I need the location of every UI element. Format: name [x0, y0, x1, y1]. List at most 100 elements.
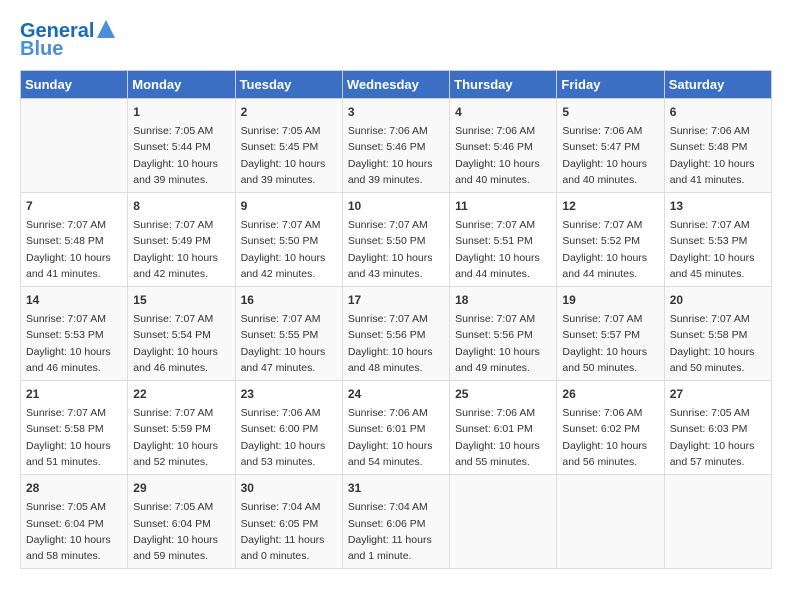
calendar-cell: 18 Sunrise: 7:07 AM Sunset: 5:56 PM Dayli…: [450, 287, 557, 381]
calendar-cell: [557, 475, 664, 569]
week-row: 7 Sunrise: 7:07 AM Sunset: 5:48 PM Daylig…: [21, 193, 772, 287]
calendar-cell: 20 Sunrise: 7:07 AM Sunset: 5:58 PM Dayli…: [664, 287, 771, 381]
day-info: Sunrise: 7:05 AM Sunset: 5:45 PM Dayligh…: [241, 123, 337, 188]
calendar-cell: 3 Sunrise: 7:06 AM Sunset: 5:46 PM Daylig…: [342, 99, 449, 193]
day-info: Sunrise: 7:06 AM Sunset: 5:48 PM Dayligh…: [670, 123, 766, 188]
day-info: Sunrise: 7:05 AM Sunset: 6:04 PM Dayligh…: [26, 499, 122, 564]
day-number: 19: [562, 291, 658, 309]
logo: General Blue: [20, 20, 115, 60]
day-info: Sunrise: 7:06 AM Sunset: 5:46 PM Dayligh…: [455, 123, 551, 188]
calendar-cell: 14 Sunrise: 7:07 AM Sunset: 5:53 PM Dayli…: [21, 287, 128, 381]
day-info: Sunrise: 7:06 AM Sunset: 6:00 PM Dayligh…: [241, 405, 337, 470]
day-info: Sunrise: 7:05 AM Sunset: 6:03 PM Dayligh…: [670, 405, 766, 470]
week-row: 14 Sunrise: 7:07 AM Sunset: 5:53 PM Dayli…: [21, 287, 772, 381]
calendar-cell: [21, 99, 128, 193]
day-info: Sunrise: 7:07 AM Sunset: 5:54 PM Dayligh…: [133, 311, 229, 376]
day-number: 13: [670, 197, 766, 215]
calendar-cell: 4Sunrise: 7:06 AM Sunset: 5:46 PM Daylig…: [450, 99, 557, 193]
calendar-cell: 10 Sunrise: 7:07 AM Sunset: 5:50 PM Dayli…: [342, 193, 449, 287]
calendar-cell: 11 Sunrise: 7:07 AM Sunset: 5:51 PM Dayli…: [450, 193, 557, 287]
day-info: Sunrise: 7:07 AM Sunset: 5:57 PM Dayligh…: [562, 311, 658, 376]
day-info: Sunrise: 7:06 AM Sunset: 6:01 PM Dayligh…: [455, 405, 551, 470]
day-info: Sunrise: 7:07 AM Sunset: 5:51 PM Dayligh…: [455, 217, 551, 282]
calendar-cell: 27 Sunrise: 7:05 AM Sunset: 6:03 PM Dayli…: [664, 381, 771, 475]
day-number: 2: [241, 103, 337, 121]
header-wednesday: Wednesday: [342, 71, 449, 99]
day-number: 14: [26, 291, 122, 309]
calendar-cell: 26 Sunrise: 7:06 AM Sunset: 6:02 PM Dayli…: [557, 381, 664, 475]
day-number: 8: [133, 197, 229, 215]
week-row: 28 Sunrise: 7:05 AM Sunset: 6:04 PM Dayli…: [21, 475, 772, 569]
day-info: Sunrise: 7:05 AM Sunset: 5:44 PM Dayligh…: [133, 123, 229, 188]
day-info: Sunrise: 7:04 AM Sunset: 6:05 PM Dayligh…: [241, 499, 337, 564]
day-info: Sunrise: 7:06 AM Sunset: 5:47 PM Dayligh…: [562, 123, 658, 188]
day-info: Sunrise: 7:06 AM Sunset: 6:02 PM Dayligh…: [562, 405, 658, 470]
header-monday: Monday: [128, 71, 235, 99]
day-number: 31: [348, 479, 444, 497]
calendar-cell: 31Sunrise: 7:04 AM Sunset: 6:06 PM Dayli…: [342, 475, 449, 569]
calendar-cell: 19 Sunrise: 7:07 AM Sunset: 5:57 PM Dayli…: [557, 287, 664, 381]
day-info: Sunrise: 7:07 AM Sunset: 5:59 PM Dayligh…: [133, 405, 229, 470]
day-number: 24: [348, 385, 444, 403]
calendar-cell: 24 Sunrise: 7:06 AM Sunset: 6:01 PM Dayli…: [342, 381, 449, 475]
week-row: 21Sunrise: 7:07 AM Sunset: 5:58 PM Dayli…: [21, 381, 772, 475]
calendar-cell: 13 Sunrise: 7:07 AM Sunset: 5:53 PM Dayli…: [664, 193, 771, 287]
calendar-cell: 6Sunrise: 7:06 AM Sunset: 5:48 PM Daylig…: [664, 99, 771, 193]
day-info: Sunrise: 7:07 AM Sunset: 5:56 PM Dayligh…: [455, 311, 551, 376]
day-number: 15: [133, 291, 229, 309]
calendar-table: Sunday Monday Tuesday Wednesday Thursday…: [20, 70, 772, 569]
calendar-cell: 30 Sunrise: 7:04 AM Sunset: 6:05 PM Dayli…: [235, 475, 342, 569]
header-friday: Friday: [557, 71, 664, 99]
day-number: 12: [562, 197, 658, 215]
calendar-cell: [664, 475, 771, 569]
day-number: 29: [133, 479, 229, 497]
day-number: 27: [670, 385, 766, 403]
day-info: Sunrise: 7:07 AM Sunset: 5:48 PM Dayligh…: [26, 217, 122, 282]
day-info: Sunrise: 7:05 AM Sunset: 6:04 PM Dayligh…: [133, 499, 229, 564]
day-info: Sunrise: 7:07 AM Sunset: 5:53 PM Dayligh…: [670, 217, 766, 282]
calendar-cell: [450, 475, 557, 569]
day-number: 7: [26, 197, 122, 215]
calendar-cell: 25 Sunrise: 7:06 AM Sunset: 6:01 PM Dayli…: [450, 381, 557, 475]
day-info: Sunrise: 7:07 AM Sunset: 5:56 PM Dayligh…: [348, 311, 444, 376]
calendar-cell: 22 Sunrise: 7:07 AM Sunset: 5:59 PM Dayli…: [128, 381, 235, 475]
day-number: 26: [562, 385, 658, 403]
calendar-cell: 5Sunrise: 7:06 AM Sunset: 5:47 PM Daylig…: [557, 99, 664, 193]
day-number: 10: [348, 197, 444, 215]
calendar-cell: 29 Sunrise: 7:05 AM Sunset: 6:04 PM Dayli…: [128, 475, 235, 569]
days-header-row: Sunday Monday Tuesday Wednesday Thursday…: [21, 71, 772, 99]
calendar-cell: 21Sunrise: 7:07 AM Sunset: 5:58 PM Dayli…: [21, 381, 128, 475]
header-sunday: Sunday: [21, 71, 128, 99]
page-header: General Blue: [20, 20, 772, 60]
day-info: Sunrise: 7:07 AM Sunset: 5:49 PM Dayligh…: [133, 217, 229, 282]
calendar-cell: 2 Sunrise: 7:05 AM Sunset: 5:45 PM Daylig…: [235, 99, 342, 193]
calendar-cell: 16Sunrise: 7:07 AM Sunset: 5:55 PM Dayli…: [235, 287, 342, 381]
day-info: Sunrise: 7:07 AM Sunset: 5:52 PM Dayligh…: [562, 217, 658, 282]
day-number: 20: [670, 291, 766, 309]
day-number: 1: [133, 103, 229, 121]
calendar-cell: 1 Sunrise: 7:05 AM Sunset: 5:44 PM Daylig…: [128, 99, 235, 193]
header-tuesday: Tuesday: [235, 71, 342, 99]
day-number: 23: [241, 385, 337, 403]
calendar-cell: 17Sunrise: 7:07 AM Sunset: 5:56 PM Dayli…: [342, 287, 449, 381]
day-info: Sunrise: 7:07 AM Sunset: 5:53 PM Dayligh…: [26, 311, 122, 376]
day-number: 18: [455, 291, 551, 309]
calendar-cell: 12 Sunrise: 7:07 AM Sunset: 5:52 PM Dayli…: [557, 193, 664, 287]
day-info: Sunrise: 7:07 AM Sunset: 5:58 PM Dayligh…: [670, 311, 766, 376]
day-number: 3: [348, 103, 444, 121]
day-info: Sunrise: 7:06 AM Sunset: 6:01 PM Dayligh…: [348, 405, 444, 470]
day-number: 28: [26, 479, 122, 497]
day-info: Sunrise: 7:07 AM Sunset: 5:58 PM Dayligh…: [26, 405, 122, 470]
calendar-cell: 23 Sunrise: 7:06 AM Sunset: 6:00 PM Dayli…: [235, 381, 342, 475]
header-thursday: Thursday: [450, 71, 557, 99]
day-info: Sunrise: 7:06 AM Sunset: 5:46 PM Dayligh…: [348, 123, 444, 188]
calendar-cell: 9Sunrise: 7:07 AM Sunset: 5:50 PM Daylig…: [235, 193, 342, 287]
calendar-cell: 8 Sunrise: 7:07 AM Sunset: 5:49 PM Daylig…: [128, 193, 235, 287]
calendar-cell: 28 Sunrise: 7:05 AM Sunset: 6:04 PM Dayli…: [21, 475, 128, 569]
day-number: 30: [241, 479, 337, 497]
logo-icon: [97, 20, 115, 38]
day-info: Sunrise: 7:07 AM Sunset: 5:50 PM Dayligh…: [348, 217, 444, 282]
day-number: 25: [455, 385, 551, 403]
day-number: 11: [455, 197, 551, 215]
day-number: 22: [133, 385, 229, 403]
